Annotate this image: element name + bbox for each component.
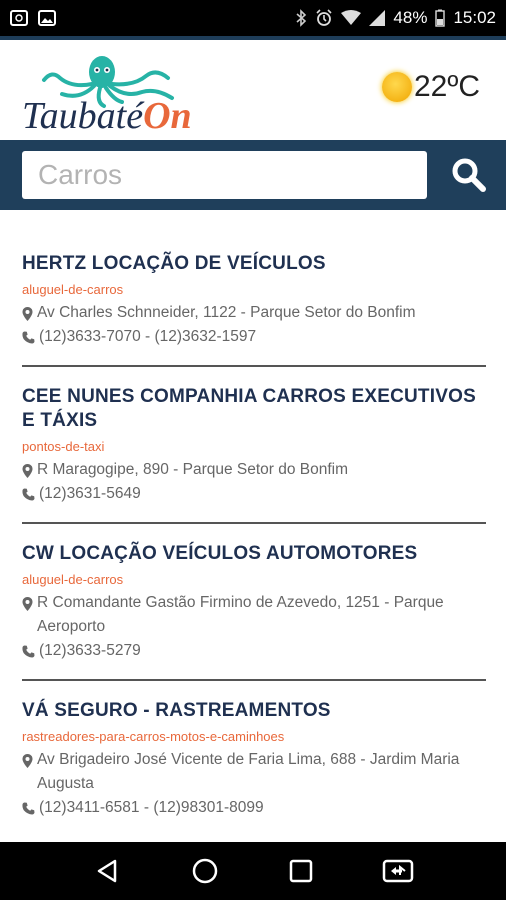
- address-text: R Comandante Gastão Firmino de Azevedo, …: [37, 594, 444, 635]
- phone-text[interactable]: (12)3633-5279: [39, 639, 141, 663]
- phone-row[interactable]: (12)3631-5649: [22, 482, 486, 506]
- address-text: Av Brigadeiro José Vicente de Faria Lima…: [37, 751, 460, 792]
- category-link[interactable]: aluguel-de-carros: [22, 572, 486, 587]
- address-row: Av Charles Schnneider, 1122 - Parque Set…: [22, 301, 486, 325]
- wifi-icon: [341, 10, 362, 25]
- map-marker-icon: [22, 464, 33, 478]
- phone-icon: [22, 331, 35, 344]
- phone-row[interactable]: (12)3633-5279: [22, 639, 486, 663]
- system-nav-bar: [0, 842, 506, 900]
- phone-row[interactable]: (12)3411-6581 - (12)98301-8099: [22, 796, 486, 820]
- business-title[interactable]: HERTZ LOCAÇÃO DE VEÍCULOS: [22, 252, 486, 276]
- list-item[interactable]: VÁ SEGURO - RASTREAMENTOS rastreadores-p…: [22, 681, 486, 836]
- list-item[interactable]: CW LOCAÇÃO VEÍCULOS AUTOMOTORES aluguel-…: [22, 524, 486, 681]
- notification-icons: [10, 10, 56, 26]
- screen-mirror-icon: [382, 859, 413, 883]
- app-header: TaubatéOn 22ºC: [0, 36, 506, 140]
- search-icon: [452, 158, 486, 192]
- phone-icon: [22, 645, 35, 658]
- list-item[interactable]: CEE NUNES COMPANHIA CARROS EXECUTIVOS E …: [22, 367, 486, 524]
- search-button[interactable]: [445, 151, 492, 199]
- address-row: Av Brigadeiro José Vicente de Faria Lima…: [22, 748, 486, 796]
- phone-text[interactable]: (12)3633-7070 - (12)3632-1597: [39, 325, 256, 349]
- business-title[interactable]: CEE NUNES COMPANHIA CARROS EXECUTIVOS E …: [22, 385, 486, 433]
- phone-icon: [22, 802, 35, 815]
- home-icon: [192, 858, 217, 884]
- address-text: R Maragogipe, 890 - Parque Setor do Bonf…: [37, 461, 349, 478]
- logo-text-accent: On: [143, 95, 192, 137]
- business-title[interactable]: CW LOCAÇÃO VEÍCULOS AUTOMOTORES: [22, 542, 486, 566]
- phone-text[interactable]: (12)3631-5649: [39, 482, 141, 506]
- search-input[interactable]: [22, 151, 428, 199]
- back-button[interactable]: [88, 851, 128, 891]
- phone-icon: [22, 488, 35, 501]
- weather-widget: 22ºC: [382, 70, 480, 104]
- address-row: R Comandante Gastão Firmino de Azevedo, …: [22, 591, 486, 639]
- logo-text: Taubaté: [22, 95, 144, 137]
- taubate-on-logo[interactable]: TaubatéOn: [22, 50, 222, 142]
- address-text: Av Charles Schnneider, 1122 - Parque Set…: [37, 304, 416, 321]
- clock: 15:02: [453, 8, 496, 27]
- address-row: R Maragogipe, 890 - Parque Setor do Bonf…: [22, 458, 486, 482]
- map-marker-icon: [22, 307, 33, 321]
- alarm-icon: [316, 9, 332, 26]
- map-marker-icon: [22, 597, 33, 611]
- category-link[interactable]: aluguel-de-carros: [22, 282, 486, 297]
- home-button[interactable]: [185, 851, 225, 891]
- list-item[interactable]: HERTZ LOCAÇÃO DE VEÍCULOS aluguel-de-car…: [22, 240, 486, 367]
- map-marker-icon: [22, 754, 33, 768]
- sun-icon: [382, 72, 412, 102]
- screen-mirror-button[interactable]: [378, 851, 418, 891]
- status-bar: 48% 15:02: [0, 0, 506, 36]
- search-bar: [0, 140, 506, 210]
- recents-button[interactable]: [281, 851, 321, 891]
- app-notification-icon: [10, 10, 28, 26]
- business-title[interactable]: VÁ SEGURO - RASTREAMENTOS: [22, 699, 486, 723]
- results-list: HERTZ LOCAÇÃO DE VEÍCULOS aluguel-de-car…: [22, 240, 486, 836]
- bluetooth-icon: [296, 9, 307, 27]
- category-link[interactable]: pontos-de-taxi: [22, 439, 486, 454]
- image-notification-icon: [38, 10, 56, 26]
- category-link[interactable]: rastreadores-para-carros-motos-e-caminho…: [22, 729, 486, 744]
- system-status: 48% 15:02: [295, 8, 496, 28]
- recents-icon: [290, 859, 313, 883]
- battery-percentage: 48%: [393, 8, 428, 27]
- temperature: 22ºC: [414, 70, 480, 103]
- signal-icon: [369, 10, 386, 26]
- phone-row[interactable]: (12)3633-7070 - (12)3632-1597: [22, 325, 486, 349]
- battery-icon: [435, 9, 446, 27]
- phone-text[interactable]: (12)3411-6581 - (12)98301-8099: [39, 796, 264, 820]
- back-icon: [98, 859, 117, 883]
